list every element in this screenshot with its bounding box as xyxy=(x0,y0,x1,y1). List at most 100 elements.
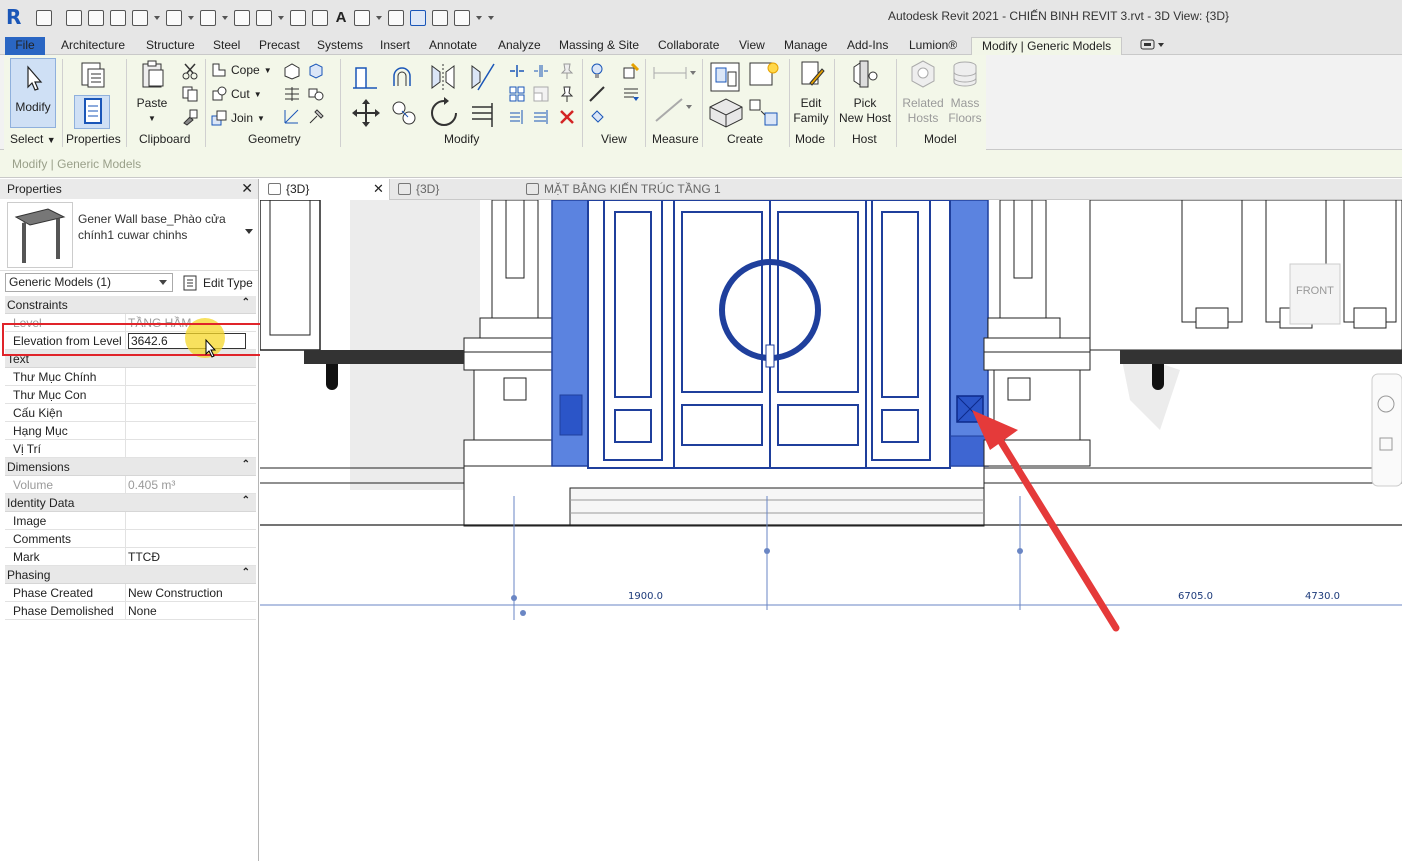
pin-icon[interactable] xyxy=(558,62,576,80)
copy-element-icon[interactable] xyxy=(390,99,418,127)
tab-precast[interactable]: Precast xyxy=(259,37,300,55)
chevron-down-icon[interactable] xyxy=(376,10,382,26)
unpin-icon[interactable] xyxy=(558,85,576,103)
mass-floors-button[interactable]: Mass Floors xyxy=(944,59,986,129)
edit-type-button[interactable]: Edit Type xyxy=(180,272,256,293)
row-image[interactable]: Image xyxy=(5,512,256,530)
tab-systems[interactable]: Systems xyxy=(317,37,363,55)
measure-distance-icon[interactable] xyxy=(652,63,696,83)
close-icon[interactable]: ✕ xyxy=(241,180,253,197)
row-thu-muc-chinh[interactable]: Thư Mục Chính xyxy=(5,368,256,386)
undo-icon[interactable] xyxy=(166,10,182,26)
paint-icon[interactable] xyxy=(307,62,325,80)
hammer-icon[interactable] xyxy=(307,108,325,126)
offset-icon[interactable] xyxy=(390,62,420,92)
match-properties-icon[interactable] xyxy=(181,108,199,126)
thin-lines-icon[interactable] xyxy=(410,10,426,26)
tab-massing-site[interactable]: Massing & Site xyxy=(559,37,639,55)
trim-extend-icon[interactable] xyxy=(468,99,498,129)
row-cau-kien[interactable]: Cấu Kiện xyxy=(5,404,256,422)
chevron-down-icon[interactable] xyxy=(245,229,253,234)
row-thu-muc-con[interactable]: Thư Mục Con xyxy=(5,386,256,404)
aligned-dimension-tool-icon[interactable] xyxy=(652,95,696,125)
scale-icon[interactable] xyxy=(532,85,550,103)
print-icon[interactable] xyxy=(234,10,250,26)
row-comments[interactable]: Comments xyxy=(5,530,256,548)
paint-bucket-icon[interactable] xyxy=(588,108,606,126)
tab-steel[interactable]: Steel xyxy=(213,37,240,55)
linework-icon[interactable] xyxy=(588,85,606,103)
array-icon[interactable] xyxy=(508,85,526,103)
view-tab-floor-plan[interactable]: MẶT BẰNG KIẾN TRÚC TẦNG 1 xyxy=(518,179,818,200)
chevron-down-icon[interactable] xyxy=(222,10,228,26)
row-phase-demolished[interactable]: Phase Demolished None xyxy=(5,602,256,620)
measure-icon[interactable] xyxy=(256,10,272,26)
save-icon[interactable] xyxy=(110,10,126,26)
tab-insert[interactable]: Insert xyxy=(380,37,410,55)
drawing-canvas[interactable]: FRONT 1900.0 6705.0 4730.0 xyxy=(260,200,1402,861)
pick-new-host-button[interactable]: Pick New Host xyxy=(838,59,892,129)
tab-architecture[interactable]: Architecture xyxy=(61,37,125,55)
modify-button[interactable]: Modify xyxy=(10,58,56,128)
view-tab-3d-active[interactable]: {3D} ✕ xyxy=(260,179,390,200)
customize-qat-icon[interactable] xyxy=(488,10,494,26)
related-hosts-button[interactable]: Related Hosts xyxy=(900,59,946,129)
create-parts-icon[interactable] xyxy=(747,60,781,94)
panel-select[interactable]: Select ▼ xyxy=(10,132,56,146)
align-icon[interactable] xyxy=(283,108,301,126)
split-face-icon[interactable] xyxy=(283,62,301,80)
tab-structure[interactable]: Structure xyxy=(146,37,195,55)
tab-analyze[interactable]: Analyze xyxy=(498,37,541,55)
tab-view[interactable]: View xyxy=(739,37,765,55)
type-properties-icon[interactable] xyxy=(74,59,110,93)
row-phase-created[interactable]: Phase Created New Construction xyxy=(5,584,256,602)
split-element-icon[interactable] xyxy=(508,62,526,80)
trim-single-icon[interactable] xyxy=(508,108,526,126)
mirror-pick-axis-icon[interactable] xyxy=(428,62,458,92)
tab-modify-generic-models[interactable]: Modify | Generic Models xyxy=(971,37,1123,55)
tab-collaborate[interactable]: Collaborate xyxy=(658,37,719,55)
override-graphics-icon[interactable] xyxy=(622,62,640,80)
info-center-icon[interactable] xyxy=(36,10,52,26)
chevron-down-icon[interactable] xyxy=(154,10,160,26)
row-vi-tri[interactable]: Vị Trí xyxy=(5,440,256,458)
cope-button[interactable]: Cope ▼ xyxy=(211,61,272,79)
edit-family-button[interactable]: Edit Family xyxy=(790,59,832,129)
create-group-icon[interactable] xyxy=(708,97,744,129)
row-mark[interactable]: Mark TTCĐ xyxy=(5,548,256,566)
sync-icon[interactable] xyxy=(132,10,148,26)
demolish-icon[interactable] xyxy=(307,85,325,103)
group-phasing[interactable]: Phasing ⌃ xyxy=(5,566,256,584)
text-icon[interactable]: A xyxy=(334,10,348,26)
cut-geometry-button[interactable]: Cut ▼ xyxy=(211,85,262,103)
create-similar-icon[interactable] xyxy=(747,97,781,129)
redo-icon[interactable] xyxy=(200,10,216,26)
chevron-down-icon[interactable] xyxy=(476,10,482,26)
tab-annotate[interactable]: Annotate xyxy=(429,37,477,55)
close-hidden-windows-icon[interactable] xyxy=(432,10,448,26)
join-geometry-button[interactable]: Join ▼ xyxy=(211,109,265,127)
default-3d-view-icon[interactable] xyxy=(354,10,370,26)
group-identity-data[interactable]: Identity Data ⌃ xyxy=(5,494,256,512)
paste-button[interactable]: Paste ▼ xyxy=(132,59,172,125)
tag-icon[interactable] xyxy=(312,10,328,26)
view-tab-3d[interactable]: {3D} xyxy=(390,179,510,200)
type-selector[interactable]: Gener Wall base_Phào cửa chính1 cuwar ch… xyxy=(0,199,258,271)
copy-icon[interactable] xyxy=(181,85,199,103)
chevron-down-icon[interactable] xyxy=(278,10,284,26)
move-icon[interactable] xyxy=(350,97,382,129)
create-assembly-icon[interactable] xyxy=(708,60,742,94)
row-volume[interactable]: Volume 0.405 m³ xyxy=(5,476,256,494)
mirror-draw-axis-icon[interactable] xyxy=(468,62,498,92)
properties-palette-icon[interactable] xyxy=(74,95,110,129)
group-dimensions[interactable]: Dimensions ⌃ xyxy=(5,458,256,476)
instance-filter-select[interactable]: Generic Models (1) xyxy=(5,273,173,292)
row-hang-muc[interactable]: Hạng Mục xyxy=(5,422,256,440)
revit-logo-icon[interactable]: R xyxy=(6,6,24,28)
align-tool-icon[interactable] xyxy=(350,62,380,92)
lightbulb-icon[interactable] xyxy=(588,62,606,80)
switch-windows-icon[interactable] xyxy=(454,10,470,26)
new-icon[interactable] xyxy=(66,10,82,26)
section-icon[interactable] xyxy=(388,10,404,26)
aligned-dimension-icon[interactable] xyxy=(290,10,306,26)
